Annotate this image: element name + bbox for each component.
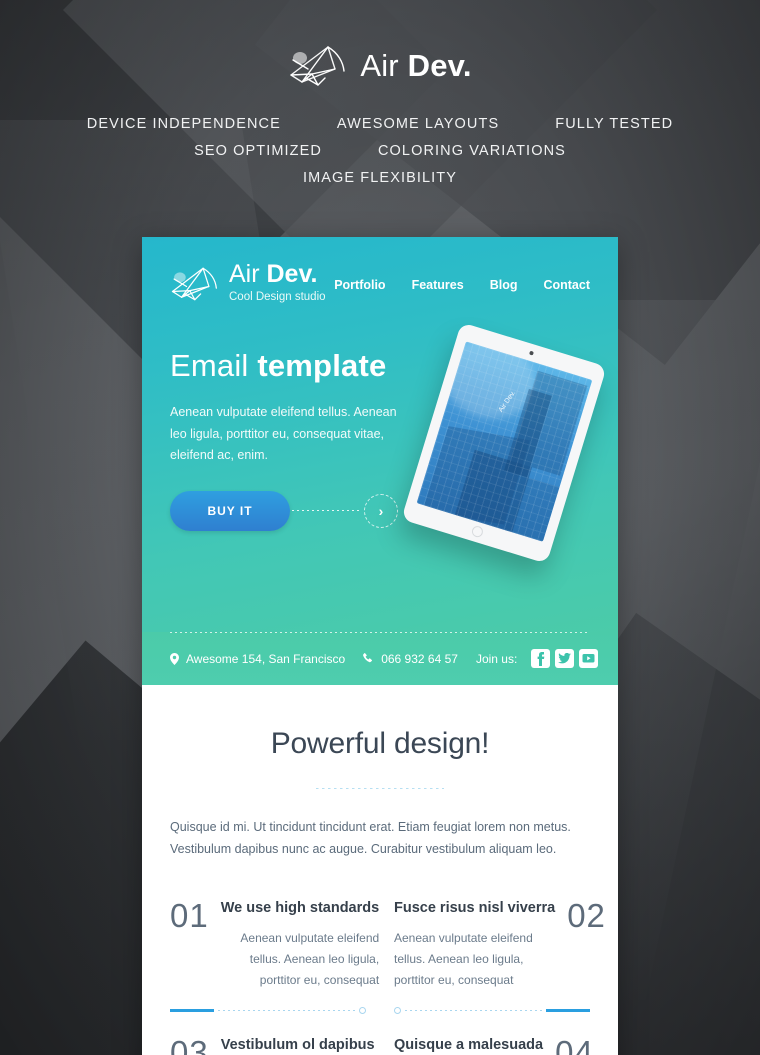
promo-logo: Air Dev. (288, 38, 471, 94)
tablet-home-button (470, 524, 484, 539)
feature-heading: Fusce risus nisl viverra (394, 899, 556, 916)
feature-item-01: 01 We use high standards Aenean vulputat… (170, 896, 380, 991)
social-icon-list (531, 649, 599, 668)
feature-body: Aenean vulputate eleifend tellus. Aenean… (394, 930, 533, 987)
feature-number: 02 (567, 896, 606, 934)
social-label: Join us: (475, 651, 518, 666)
email-hero: Air Dev. Cool Design studio Portfolio Fe… (142, 237, 618, 632)
contact-phone: 066 932 64 57 (345, 632, 458, 685)
feature-tag-row: DEVICE INDEPENDENCE AWESOME LAYOUTS FULL… (0, 116, 760, 132)
feature-heading: We use high standards (220, 899, 380, 916)
facebook-icon[interactable] (531, 649, 551, 668)
feature-text: Vestibulum ol dapibus Maecenas vestibulu… (221, 1036, 375, 1055)
section-title: Powerful design! (270, 727, 490, 760)
contact-address-text: Awesome 154, San Francisco (186, 651, 346, 666)
feature-tag: IMAGE FLEXIBILITY (302, 170, 458, 186)
email-brand[interactable]: Air Dev. Cool Design studio (170, 261, 334, 305)
separator-bar (170, 1009, 214, 1013)
separator-endpoint (359, 1007, 366, 1015)
promo-wordmark: Air Dev. (360, 48, 472, 83)
section-title-divider (316, 788, 444, 789)
feature-text: Quisque a malesuada Donec interdum, metu… (394, 1036, 543, 1055)
tablet-screen: Air Dev. (416, 341, 593, 542)
separator-dots (405, 1010, 542, 1012)
phone-icon (363, 653, 373, 663)
contact-address: Awesome 154, San Francisco (170, 632, 345, 685)
cta-dotted-connector (292, 510, 362, 512)
feature-tag: FULLY TESTED (555, 116, 674, 132)
paper-plane-icon (288, 44, 346, 88)
tablet-mockup: Air Dev. (401, 322, 612, 582)
feature-tag: AWESOME LAYOUTS (336, 116, 500, 132)
email-brand-name: Air Dev. (229, 260, 318, 288)
next-arrow-button[interactable]: › (364, 493, 398, 528)
paper-plane-icon (170, 265, 218, 303)
feature-item-03: 03 Vestibulum ol dapibus Maecenas vestib… (170, 1036, 380, 1055)
email-nav: Portfolio Features Blog Contact (334, 278, 590, 292)
tablet-device: Air Dev. (401, 322, 607, 564)
feature-text: Fusce risus nisl viverra Aenean vulputat… (394, 899, 555, 991)
buy-it-button[interactable]: BUY IT (170, 490, 290, 531)
feature-number: 04 (555, 1033, 594, 1055)
feature-grid: 01 We use high standards Aenean vulputat… (170, 896, 605, 1055)
email-template-preview: Air Dev. Cool Design studio Portfolio Fe… (142, 237, 618, 1055)
feature-text: We use high standards Aenean vulputate e… (221, 899, 379, 991)
email-body: Powerful design! Quisque id mi. Ut tinci… (142, 685, 618, 1055)
youtube-icon[interactable] (579, 649, 599, 668)
contact-bar: Awesome 154, San Francisco 066 932 64 57… (142, 632, 618, 685)
feature-heading: Vestibulum ol dapibus (220, 1036, 375, 1053)
contact-bar-divider (170, 632, 590, 633)
social-block: Join us: (458, 632, 599, 685)
feature-number: 03 (170, 1033, 209, 1055)
feature-heading: Quisque a malesuada (394, 1036, 544, 1053)
twitter-icon[interactable] (555, 649, 575, 668)
feature-item-02: Fusce risus nisl viverra Aenean vulputat… (380, 898, 605, 991)
email-header: Air Dev. Cool Design studio Portfolio Fe… (170, 261, 590, 305)
feature-row: 01 We use high standards Aenean vulputat… (170, 896, 605, 991)
promo-header: Air Dev. DEVICE INDEPENDENCE AWESOME LAY… (0, 0, 760, 186)
feature-separator (170, 1007, 380, 1015)
separator-endpoint (394, 1007, 401, 1015)
email-brand-text: Air Dev. Cool Design studio (229, 261, 334, 305)
nav-item-contact[interactable]: Contact (543, 278, 590, 292)
feature-tag: SEO OPTIMIZED (194, 143, 322, 159)
feature-tag-list: DEVICE INDEPENDENCE AWESOME LAYOUTS FULL… (0, 116, 760, 186)
feature-body: Aenean vulputate eleifend tellus. Aenean… (240, 930, 380, 987)
separator-dots (218, 1010, 355, 1012)
nav-item-features[interactable]: Features (412, 278, 464, 292)
feature-item-04: Quisque a malesuada Donec interdum, metu… (380, 1036, 593, 1055)
feature-separator (380, 1007, 590, 1015)
email-brand-tagline: Cool Design studio (229, 291, 326, 304)
hero-copy: Aenean vulputate eleifend tellus. Aenean… (170, 405, 397, 463)
window-grid-texture (416, 341, 593, 542)
feature-tag-row: SEO OPTIMIZED COLORING VARIATIONS (0, 143, 760, 159)
feature-tag-row: IMAGE FLEXIBILITY (0, 170, 760, 186)
tablet-camera-icon (528, 350, 534, 356)
feature-tag: DEVICE INDEPENDENCE (86, 116, 281, 132)
nav-item-blog[interactable]: Blog (490, 278, 518, 292)
feature-row: 03 Vestibulum ol dapibus Maecenas vestib… (170, 1036, 593, 1055)
map-pin-icon (170, 652, 179, 665)
feature-number: 01 (170, 896, 209, 934)
feature-separator-row (170, 1007, 590, 1015)
section-intro-text: Quisque id mi. Ut tincidunt tincidunt er… (170, 820, 571, 857)
feature-tag: COLORING VARIATIONS (377, 143, 566, 159)
nav-item-portfolio[interactable]: Portfolio (334, 278, 385, 292)
separator-bar (546, 1009, 590, 1013)
contact-phone-text: 066 932 64 57 (381, 651, 458, 666)
